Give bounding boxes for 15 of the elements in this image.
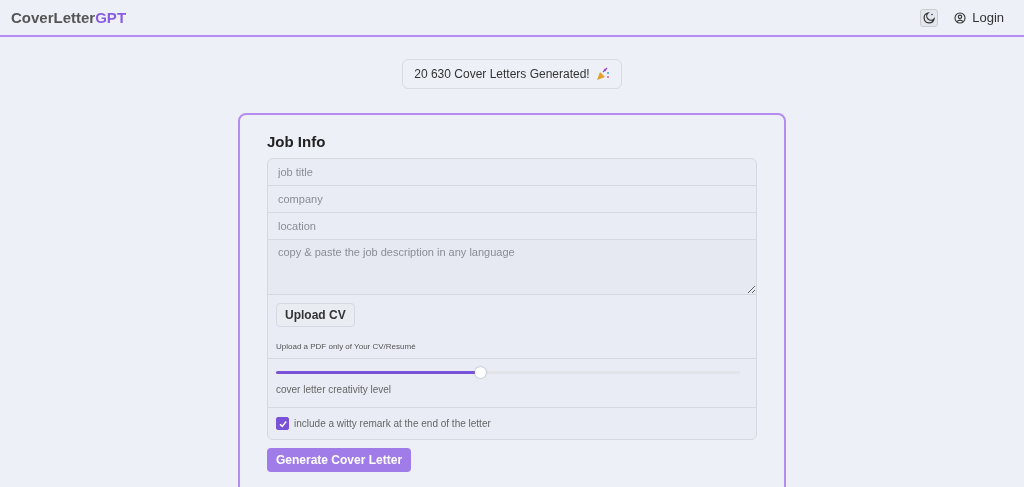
checkbox-label: include a witty remark at the end of the letter	[294, 418, 491, 429]
upload-hint: Upload a PDF only of Your CV/Resumé	[276, 342, 417, 351]
logo[interactable]: CoverLetterGPT	[11, 9, 127, 26]
slider-label: cover letter creativity level	[276, 384, 393, 395]
dark-mode-toggle[interactable]	[920, 8, 939, 27]
login-button[interactable]: Login	[954, 10, 1004, 25]
upload-cv-button[interactable]: Upload CV	[276, 303, 355, 327]
checkbox[interactable]	[276, 417, 289, 430]
text-field[interactable]: company	[268, 186, 756, 213]
party-popper-icon	[595, 67, 610, 81]
card-title: Job Info	[267, 133, 327, 150]
user-icon	[954, 11, 967, 24]
text-field[interactable]: job title	[268, 159, 756, 186]
moon-icon	[922, 10, 937, 25]
counter-text: 20 630 Cover Letters Generated!	[414, 67, 590, 81]
